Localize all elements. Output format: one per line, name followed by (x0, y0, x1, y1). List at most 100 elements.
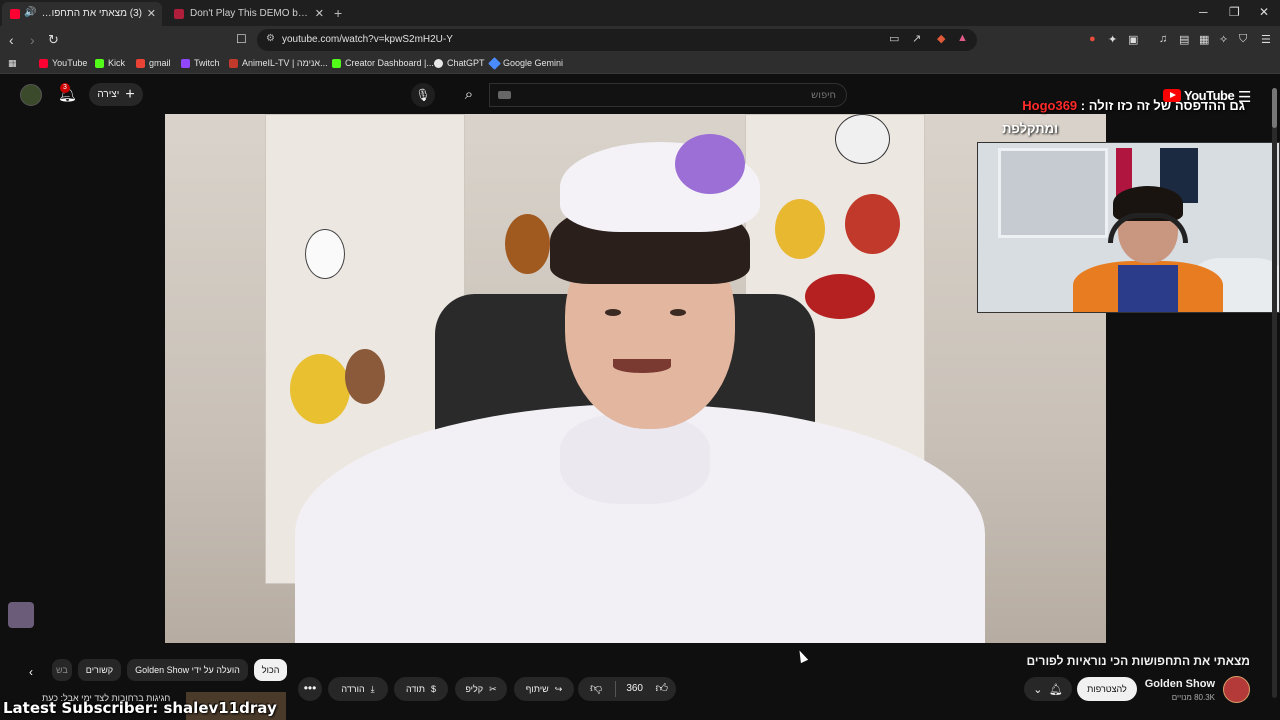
plush-minion (775, 199, 825, 259)
cast-icon[interactable]: ▭ (889, 32, 899, 45)
bookmark-gmail[interactable]: gmail (136, 58, 171, 68)
bookmark-label: Twitch (194, 58, 220, 68)
chip-related[interactable]: קשורים (77, 659, 122, 681)
video-player[interactable] (165, 114, 1106, 643)
url-text: youtube.com/watch?v=kpwS2mH2U-Y (282, 34, 453, 45)
voice-search-icon[interactable]: 🎙︎ (411, 83, 435, 107)
media-icon[interactable]: ♫ (1159, 33, 1167, 45)
kick-icon (95, 58, 104, 68)
webcam-window (998, 148, 1108, 238)
back-icon[interactable]: ‹ (9, 32, 14, 48)
gemini-icon (488, 56, 501, 70)
tab-itch-demo[interactable]: Don't Play This DEMO by a1esska, Ac ✕ (166, 2, 330, 26)
youtube-favicon-icon (10, 9, 20, 19)
plush-brown (345, 349, 385, 404)
rewards-icon[interactable]: ▲ (957, 32, 968, 44)
channel-name[interactable]: Golden Show (1145, 678, 1215, 690)
bookmark-label: gmail (149, 58, 171, 68)
bookmark-youtube[interactable]: YouTube (39, 58, 87, 68)
webcam-shirt-inner (1118, 265, 1178, 312)
speaker-icon[interactable]: 🔊 (24, 7, 36, 18)
more-actions-icon[interactable]: ••• (298, 677, 322, 701)
overlay-comment-line2: ומתקלפת (1002, 121, 1058, 136)
page-scrollbar[interactable] (1272, 88, 1277, 698)
download-icon: ⤓ (370, 683, 375, 694)
menu-icon[interactable]: ☰ (1261, 33, 1271, 46)
close-tab-icon[interactable]: ✕ (147, 7, 156, 20)
thanks-button[interactable]: $ תודה (394, 677, 448, 701)
bookmark-icon[interactable]: ☐ (236, 32, 247, 46)
sidebar-icon[interactable]: ▤ (1179, 33, 1189, 46)
scissors-icon: ✂ (489, 683, 497, 694)
close-window-icon[interactable]: ✕ (1259, 5, 1269, 19)
new-tab-icon[interactable]: + (334, 5, 342, 21)
chip-uploaded-by[interactable]: הועלה על ידי Golden Show (127, 659, 248, 681)
thanks-label: תודה (406, 684, 425, 694)
keyboard-icon[interactable] (498, 91, 511, 99)
browser-toolbar: ‹ › ↻ ☐ ⚙ youtube.com/watch?v=kpwS2mH2U-… (0, 26, 1280, 54)
clip-button[interactable]: ✂ קליפ (455, 677, 507, 701)
wallet-icon[interactable]: ▦ (1199, 33, 1209, 46)
apps-grid-icon[interactable]: ▦ (8, 58, 17, 69)
bookmark-gemini[interactable]: Google Gemini (488, 56, 563, 70)
address-bar[interactable]: ⚙ youtube.com/watch?v=kpwS2mH2U-Y ▭ ↗ ◆ … (257, 29, 977, 51)
extensions-icon[interactable]: ✦ (1108, 33, 1117, 46)
brave-shields-icon[interactable]: ◆ (937, 32, 945, 45)
bookmarks-bar: ▦ YouTube Kick gmail Twitch AnimeIL-TV |… (0, 54, 1280, 74)
chips-scroll-left-icon[interactable]: ‹ (29, 665, 33, 679)
bookmark-animeil[interactable]: AnimeIL-TV | אנימה... (229, 58, 328, 68)
like-icon[interactable]: 👍︎ (655, 681, 668, 696)
tab-youtube-video[interactable]: 🔊 (3) מצאתי את התחפושות הכי ✕ (2, 2, 162, 26)
tab-title: Don't Play This DEMO by a1esska, Ac (190, 8, 310, 19)
scrollbar-thumb[interactable] (1272, 88, 1277, 128)
bookmark-chatgpt[interactable]: ChatGPT (434, 58, 485, 68)
twitch-icon (181, 58, 190, 68)
restore-icon[interactable]: ❐ (1229, 5, 1240, 19)
download-button[interactable]: ⤓ הורדה (328, 677, 388, 701)
bookmark-label: YouTube (52, 58, 88, 68)
download-label: הורדה (341, 684, 365, 694)
dislike-icon[interactable]: 👎︎ (590, 681, 602, 696)
bookmark-kick[interactable]: Kick (95, 58, 125, 68)
subscriber-count: 80.3K מנויים (1171, 693, 1215, 702)
forward-icon[interactable]: › (30, 32, 35, 48)
account-avatar[interactable] (20, 84, 42, 106)
kick-icon (332, 58, 341, 68)
mouse-cursor-icon (795, 648, 809, 664)
vpn-shield-icon[interactable]: ⛉ (1239, 33, 1247, 46)
subscribed-button[interactable]: ⌄ 🔔︎ (1024, 677, 1072, 701)
share-button[interactable]: ↪ שיתוף (514, 677, 574, 701)
browser-tab-strip: 🔊 (3) מצאתי את התחפושות הכי ✕ Don't Play… (0, 0, 1280, 26)
share-page-icon[interactable]: ↗ (912, 32, 921, 45)
left-eye (605, 309, 621, 316)
extension-box-icon[interactable]: ▣ (1128, 33, 1138, 46)
channel-avatar[interactable] (1223, 676, 1250, 703)
chip-partial[interactable]: בש (52, 659, 72, 681)
like-dislike-group: 👍︎ 360 👎︎ (578, 677, 676, 701)
bookmark-label: Creator Dashboard |... (345, 58, 434, 68)
create-button[interactable]: יצירה + (89, 83, 143, 106)
streamer-webcam (977, 142, 1280, 313)
extension-record-icon[interactable]: ● (1089, 33, 1096, 45)
leo-ai-icon[interactable]: ✧ (1219, 33, 1228, 46)
close-tab-icon[interactable]: ✕ (315, 7, 324, 20)
search-icon[interactable]: ⌕ (450, 83, 488, 107)
overlay-text: גם ההדפסה של זה כזו זולה : (1080, 98, 1245, 113)
search-input-container (489, 83, 847, 107)
video-title: מצאתי את התחפושות הכי נוראיות לפורים (1026, 654, 1251, 668)
tab-title: (3) מצאתי את התחפושות הכי (36, 8, 142, 19)
minimize-icon[interactable]: ─ (1199, 5, 1208, 19)
notification-badge: 3 (60, 83, 70, 93)
chip-all[interactable]: הכול (253, 659, 288, 681)
search-input[interactable] (506, 84, 836, 106)
plush-hat (805, 274, 875, 319)
join-button[interactable]: להצטרפות (1077, 677, 1137, 701)
thanks-icon: $ (430, 684, 436, 694)
chatgpt-icon (434, 58, 443, 68)
share-label: שיתוף (525, 684, 549, 694)
site-info-icon[interactable]: ⚙ (266, 33, 275, 44)
reload-icon[interactable]: ↻ (48, 32, 59, 48)
bookmark-twitch[interactable]: Twitch (181, 58, 220, 68)
overlay-highlight: Hogo369 (1022, 98, 1078, 113)
bookmark-creator-dashboard[interactable]: Creator Dashboard |... (332, 58, 434, 68)
